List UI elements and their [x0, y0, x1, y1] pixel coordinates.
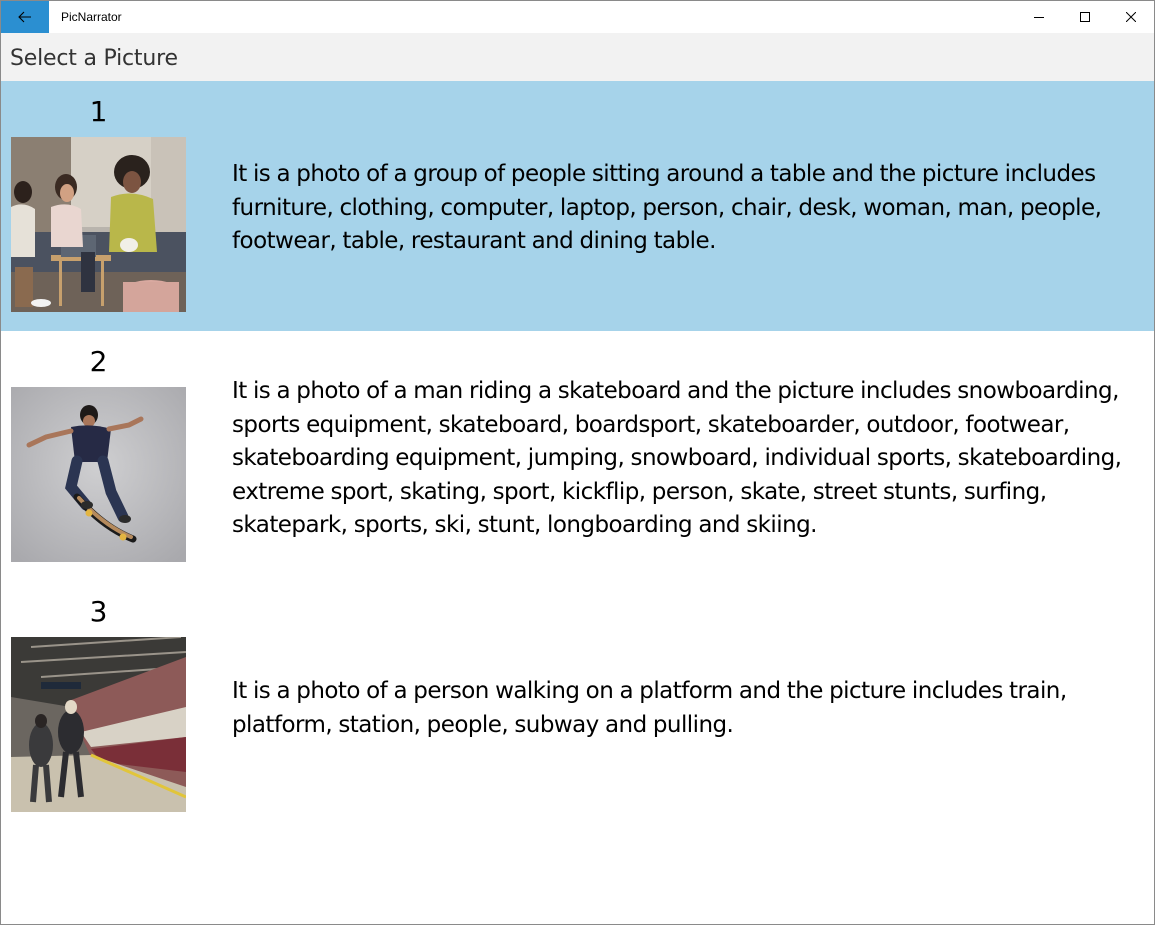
app-title: PicNarrator [61, 10, 122, 24]
maximize-icon [1080, 12, 1090, 22]
list-item[interactable]: 1 It is a photo of a group of people sit… [1, 81, 1154, 331]
subway-photo [11, 637, 186, 812]
title-bar[interactable]: PicNarrator [1, 1, 1154, 33]
picture-description: It is a photo of a group of people sitti… [232, 161, 1102, 254]
page-header: Select a Picture [1, 33, 1154, 81]
arrow-left-icon [18, 11, 31, 23]
meeting-photo [11, 137, 186, 312]
item-number: 3 [89, 595, 108, 628]
list-item[interactable]: 2 It is a photo of a man riding a skateb… [1, 331, 1154, 581]
back-button[interactable] [1, 1, 49, 33]
close-button[interactable] [1108, 1, 1154, 33]
app-window: PicNarrator Select a Picture 1 It is a p… [0, 0, 1155, 925]
minimize-button[interactable] [1016, 1, 1062, 33]
item-number: 2 [89, 345, 108, 378]
item-number: 1 [89, 95, 108, 128]
page-title: Select a Picture [10, 46, 178, 71]
maximize-button[interactable] [1062, 1, 1108, 33]
list-item[interactable]: 3 It is a photo of a person walking on a… [1, 581, 1154, 831]
picture-list[interactable]: 1 It is a photo of a group of people sit… [1, 81, 1154, 831]
minimize-icon [1034, 17, 1044, 18]
picture-description: It is a photo of a man riding a skateboa… [232, 378, 1122, 538]
picture-description: It is a photo of a person walking on a p… [232, 678, 1067, 738]
skateboard-photo [11, 387, 186, 562]
close-icon [1126, 12, 1136, 22]
